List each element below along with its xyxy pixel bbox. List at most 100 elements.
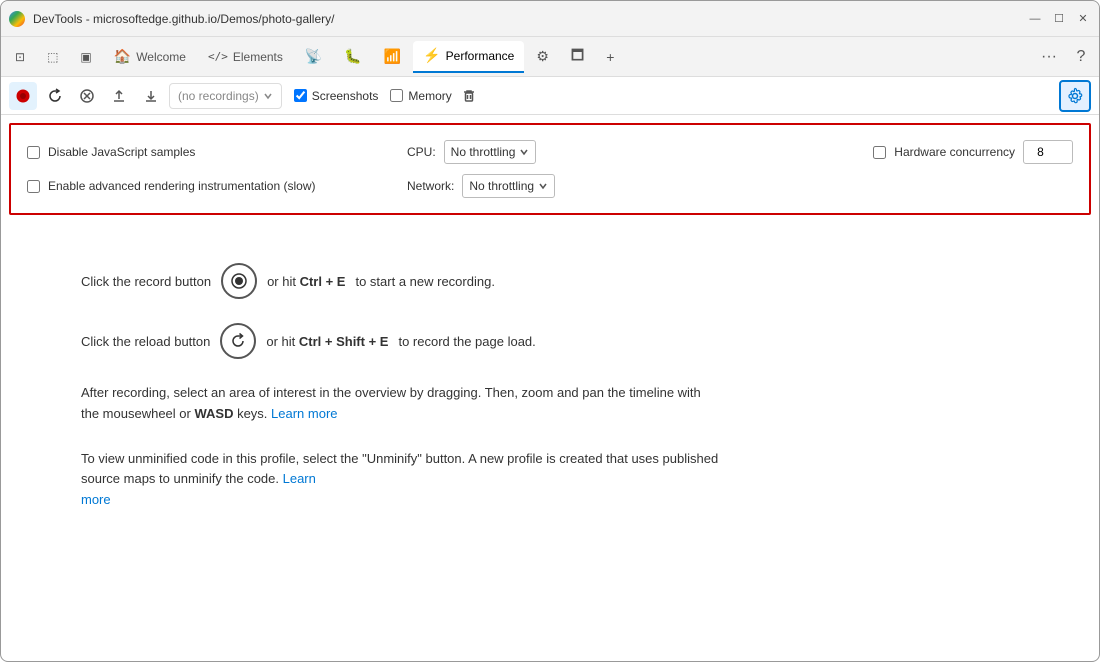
tab-performance[interactable]: ⚡ Performance [413, 41, 524, 73]
info1-bold: WASD [194, 406, 233, 421]
gear-icon: ⚙ [536, 48, 549, 65]
record-hint-icon [230, 272, 248, 290]
toolbar: (no recordings) Screenshots Memory [1, 77, 1099, 115]
upload-icon [111, 88, 127, 104]
settings-col-middle-1: CPU: No throttling [407, 140, 873, 164]
window-title: DevTools - microsoftedge.github.io/Demos… [33, 12, 1027, 26]
more-options-button[interactable]: ··· [1035, 43, 1063, 71]
memory-label[interactable]: Memory [408, 89, 451, 103]
hardware-concurrency-input[interactable] [1023, 140, 1073, 164]
settings-col-left-1: Disable JavaScript samples [27, 145, 407, 159]
record-tail-text: to start a new recording. [355, 274, 494, 289]
cpu-throttling-dropdown[interactable]: No throttling [444, 140, 537, 164]
reload-button-icon [220, 323, 256, 359]
tab-add[interactable]: + [596, 41, 624, 73]
debugger-icon: 🐛 [344, 48, 361, 65]
stop-button[interactable] [73, 82, 101, 110]
cpu-throttling-value: No throttling [451, 145, 516, 159]
settings-col-middle-2: Network: No throttling [407, 174, 1073, 198]
tab-welcome[interactable]: 🏠 Welcome [104, 41, 196, 73]
record-icon [15, 88, 31, 104]
inspect-icon: ⬚ [47, 50, 58, 64]
sidebar-icon: ⊡ [15, 50, 25, 64]
reload-shortcut-text: or hit Ctrl + Shift + E [266, 334, 388, 349]
disable-js-label[interactable]: Disable JavaScript samples [48, 145, 195, 159]
info-block-2: To view unminified code in this profile,… [81, 449, 721, 511]
elements-icon: </> [208, 50, 228, 63]
inspect-toggle[interactable]: ⬚ [37, 41, 68, 73]
upload-button[interactable] [105, 82, 133, 110]
disable-js-checkbox[interactable] [27, 146, 40, 159]
tab-bar: ⊡ ⬚ ▣ 🏠 Welcome </> Elements 📡 🐛 📶 ⚡ Per… [1, 37, 1099, 77]
network-icon: 📡 [305, 48, 322, 65]
trash-icon [461, 88, 477, 104]
tab-gear[interactable]: ⚙ [526, 41, 559, 73]
title-bar: DevTools - microsoftedge.github.io/Demos… [1, 1, 1099, 37]
sidebar-toggle[interactable]: ⊡ [5, 41, 35, 73]
clear-button[interactable] [456, 83, 482, 109]
settings-col-left-2: Enable advanced rendering instrumentatio… [27, 179, 407, 193]
tab-debugger[interactable]: 🐛 [334, 41, 371, 73]
add-tab-icon: + [606, 49, 614, 65]
record-button-icon [221, 263, 257, 299]
reload-hint-icon [229, 332, 247, 350]
network-throttling-dropdown[interactable]: No throttling [462, 174, 555, 198]
screenshots-label[interactable]: Screenshots [312, 89, 379, 103]
cpu-label: CPU: [407, 145, 436, 159]
download-icon [143, 88, 159, 104]
elements-mode-icon: ▣ [80, 50, 91, 64]
settings-col-right-1: Hardware concurrency [873, 140, 1073, 164]
tab-browser[interactable]: 🗖 [561, 41, 594, 73]
tab-bar-actions: ··· ? [1035, 43, 1095, 71]
tab-network[interactable]: 📡 [295, 41, 332, 73]
network-dropdown-chevron-icon [538, 181, 548, 191]
record-shortcut-text: or hit Ctrl + E [267, 274, 345, 289]
reload-hint-text: Click the reload button [81, 334, 210, 349]
reload-tail-text: to record the page load. [398, 334, 535, 349]
settings-icon [1066, 87, 1084, 105]
info1-text: After recording, select an area of inter… [81, 385, 701, 421]
help-button[interactable]: ? [1067, 43, 1095, 71]
stop-icon [79, 88, 95, 104]
tab-welcome-label: Welcome [136, 50, 186, 64]
minimize-button[interactable]: — [1027, 11, 1043, 27]
network-label: Network: [407, 179, 454, 193]
screenshots-checkbox[interactable] [294, 89, 307, 102]
recordings-label: (no recordings) [178, 89, 259, 103]
maximize-button[interactable]: ☐ [1051, 11, 1067, 27]
reload-profile-button[interactable] [41, 82, 69, 110]
cpu-dropdown-chevron-icon [519, 147, 529, 157]
info1-learn-more-link[interactable]: Learn more [271, 406, 337, 421]
elements-mode-toggle[interactable]: ▣ [70, 41, 101, 73]
network-throttling-value: No throttling [469, 179, 534, 193]
memory-checkbox[interactable] [390, 89, 403, 102]
hardware-concurrency-checkbox[interactable] [873, 146, 886, 159]
hw-label[interactable]: Hardware concurrency [894, 145, 1015, 159]
info-block-1: After recording, select an area of inter… [81, 383, 721, 425]
app-icon [9, 11, 25, 27]
settings-row-1: Disable JavaScript samples CPU: No throt… [27, 135, 1073, 169]
recordings-dropdown[interactable]: (no recordings) [169, 83, 282, 109]
close-button[interactable]: ✕ [1075, 11, 1091, 27]
advanced-rendering-label[interactable]: Enable advanced rendering instrumentatio… [48, 179, 316, 193]
browser-icon: 🗖 [571, 45, 584, 69]
advanced-rendering-checkbox[interactable] [27, 180, 40, 193]
tab-wireless[interactable]: 📶 [374, 41, 411, 73]
reload-icon [47, 88, 63, 104]
info2-learn-more-link[interactable]: Learnmore [81, 471, 316, 507]
record-hint-text: Click the record button [81, 274, 211, 289]
tab-elements-label: Elements [233, 50, 283, 64]
wireless-icon: 📶 [384, 48, 401, 65]
record-hint-row: Click the record button or hit Ctrl + E … [81, 263, 1019, 299]
welcome-icon: 🏠 [114, 48, 131, 65]
screenshots-checkbox-group: Screenshots [294, 89, 379, 103]
download-button[interactable] [137, 82, 165, 110]
tab-elements[interactable]: </> Elements [198, 41, 293, 73]
memory-checkbox-group: Memory [390, 89, 451, 103]
settings-row-2: Enable advanced rendering instrumentatio… [27, 169, 1073, 203]
tab-performance-label: Performance [446, 49, 515, 63]
capture-settings-panel: Disable JavaScript samples CPU: No throt… [9, 123, 1091, 215]
main-content: Click the record button or hit Ctrl + E … [1, 223, 1099, 551]
record-button[interactable] [9, 82, 37, 110]
settings-button[interactable] [1059, 80, 1091, 112]
